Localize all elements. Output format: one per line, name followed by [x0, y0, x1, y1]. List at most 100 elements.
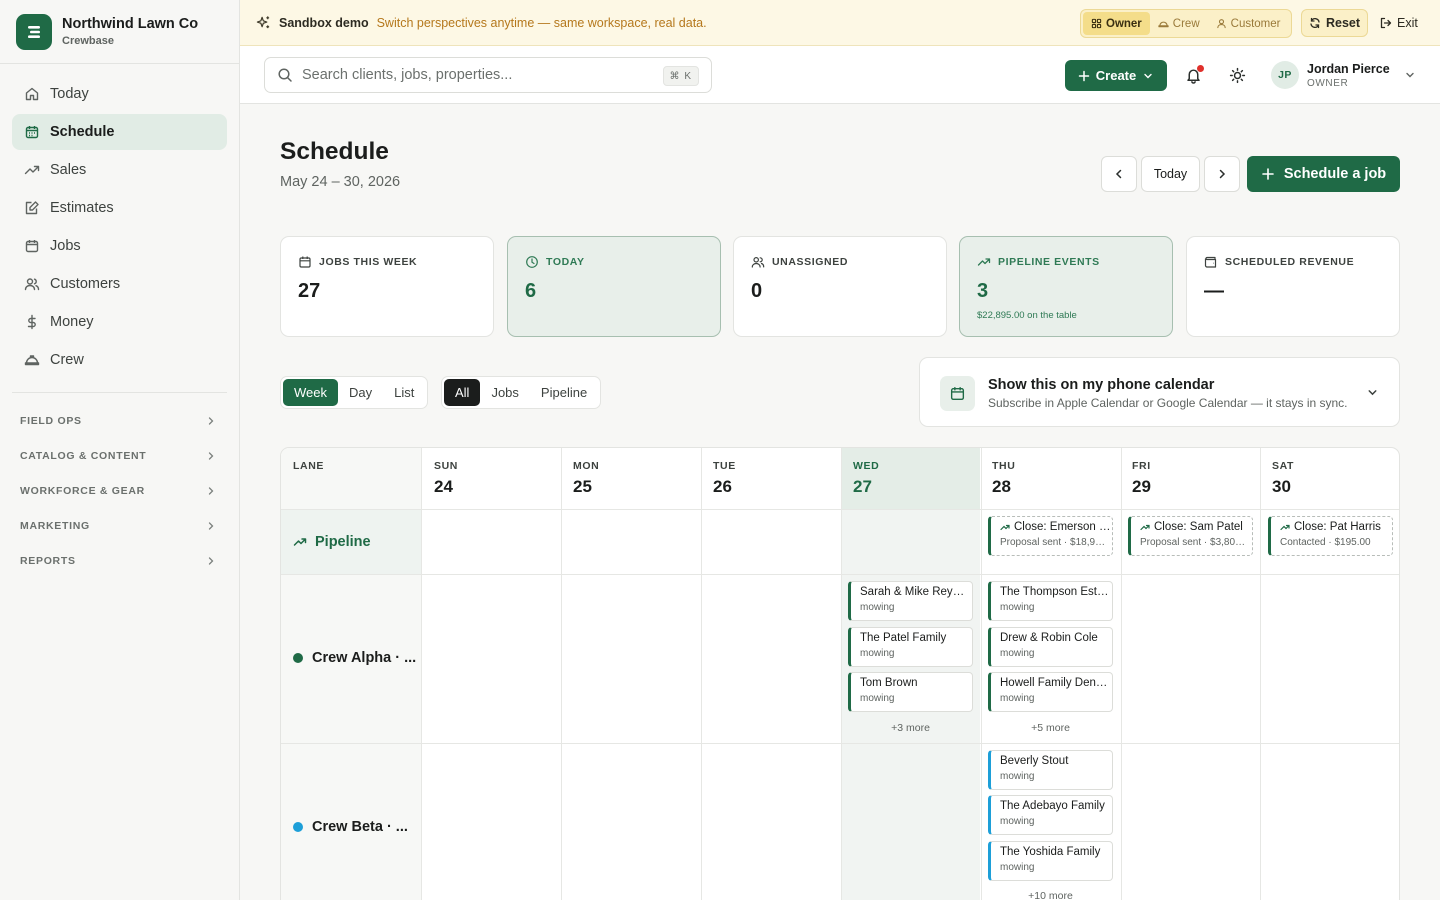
crew-name: Crew Beta · ...	[312, 819, 408, 835]
stat-card-unassigned[interactable]: UNASSIGNED 0	[733, 236, 947, 337]
next-week-button[interactable]	[1204, 156, 1240, 192]
persona-crew-button[interactable]: Crew	[1150, 12, 1208, 35]
sidebar-item-label: Jobs	[50, 238, 81, 254]
job-card[interactable]: Beverly Stout mowing	[988, 750, 1113, 790]
view-week-button[interactable]: Week	[283, 379, 338, 406]
job-service: mowing	[1000, 693, 1035, 704]
job-title: The Patel Family	[860, 632, 947, 644]
filter-pipeline-button[interactable]: Pipeline	[530, 379, 598, 406]
banner-title: Sandbox demo	[279, 15, 369, 30]
search-box[interactable]: ⌘ K	[264, 57, 712, 93]
create-button[interactable]: Create	[1065, 60, 1167, 91]
search-icon	[278, 68, 292, 82]
trend-icon	[293, 538, 307, 546]
chevron-down-icon[interactable]	[1366, 386, 1379, 399]
pipeline-event-card[interactable]: Close: Sam Patel Proposal sent · $3,800.…	[1128, 516, 1253, 556]
sidebar-item-money[interactable]: Money	[12, 304, 227, 340]
stat-label: TODAY	[546, 256, 585, 268]
date-range: May 24 – 30, 2026	[280, 174, 401, 190]
chevron-right-icon	[208, 416, 214, 425]
sidebar-item-sales[interactable]: Sales	[12, 152, 227, 188]
trend-icon	[1280, 524, 1290, 531]
day-header-thu[interactable]: THU 28	[992, 460, 1015, 497]
today-button[interactable]: Today	[1141, 156, 1200, 192]
sidebar-item-label: Schedule	[50, 124, 115, 140]
stat-card-jobs-week[interactable]: JOBS THIS WEEK 27	[280, 236, 494, 337]
section-workforce-gear[interactable]: WORKFORCE & GEAR	[0, 473, 239, 508]
stat-card-scheduled-revenue[interactable]: SCHEDULED REVENUE —	[1186, 236, 1400, 337]
chevron-down-icon	[1405, 72, 1414, 78]
job-card[interactable]: Tom Brown mowing	[848, 672, 973, 712]
view-list-button[interactable]: List	[383, 379, 425, 406]
more-jobs-link[interactable]: +5 more	[981, 722, 1120, 734]
job-card[interactable]: Sarah & Mike Reynolds mowing	[848, 581, 973, 621]
day-header-mon[interactable]: MON 25	[573, 460, 599, 497]
stat-card-today[interactable]: TODAY 6	[507, 236, 721, 337]
persona-label: Owner	[1106, 17, 1142, 30]
grid-line	[421, 448, 422, 900]
brand-header[interactable]: Northwind Lawn Co Crewbase	[0, 0, 239, 64]
section-catalog-content[interactable]: CATALOG & CONTENT	[0, 438, 239, 473]
pipeline-event-card[interactable]: Close: Emerson Family Proposal sent · $1…	[988, 516, 1113, 556]
section-field-ops[interactable]: FIELD OPS	[0, 403, 239, 438]
day-name: SAT	[1272, 460, 1295, 472]
day-header-tue[interactable]: TUE 26	[713, 460, 736, 497]
sidebar-item-crew[interactable]: Crew	[12, 342, 227, 378]
sidebar-item-schedule[interactable]: Schedule	[12, 114, 227, 150]
trend-icon	[1140, 524, 1150, 531]
sidebar-item-label: Sales	[50, 162, 87, 178]
more-jobs-link[interactable]: +3 more	[841, 722, 980, 734]
day-number: 28	[992, 477, 1011, 496]
job-card[interactable]: The Adebayo Family mowing	[988, 795, 1113, 835]
persona-owner-button[interactable]: Owner	[1083, 12, 1150, 35]
users-icon	[24, 278, 40, 291]
day-number: 26	[713, 477, 732, 496]
job-title: The Thompson Estate	[1000, 586, 1110, 598]
sidebar-item-customers[interactable]: Customers	[12, 266, 227, 302]
job-card[interactable]: Howell Family Dentistry mowing	[988, 672, 1113, 712]
filter-jobs-button[interactable]: Jobs	[480, 379, 529, 406]
phone-calendar-card[interactable]: Show this on my phone calendar Subscribe…	[919, 357, 1400, 427]
grid-line	[281, 509, 1399, 510]
day-header-fri[interactable]: FRI 29	[1132, 460, 1151, 497]
day-number: 30	[1272, 477, 1291, 496]
job-title: The Yoshida Family	[1000, 846, 1101, 858]
job-card[interactable]: The Yoshida Family mowing	[988, 841, 1113, 881]
sync-description: Subscribe in Apple Calendar or Google Ca…	[988, 396, 1348, 410]
persona-label: Customer	[1230, 17, 1281, 30]
pipeline-event-card[interactable]: Close: Pat Harris Contacted · $195.00	[1268, 516, 1393, 556]
job-title: Sarah & Mike Reynolds	[860, 586, 970, 598]
chevron-right-icon	[1219, 169, 1226, 179]
schedule-job-button[interactable]: Schedule a job	[1247, 156, 1400, 192]
reset-button[interactable]: Reset	[1301, 9, 1368, 37]
job-card[interactable]: The Thompson Estate mowing	[988, 581, 1113, 621]
day-header-sun[interactable]: SUN 24	[434, 460, 458, 497]
sidebar-item-today[interactable]: Today	[12, 76, 227, 112]
stat-value: 0	[751, 280, 763, 302]
sidebar-divider	[12, 392, 227, 393]
filter-switcher: All Jobs Pipeline	[441, 376, 602, 409]
sidebar-item-jobs[interactable]: Jobs	[12, 228, 227, 264]
view-day-button[interactable]: Day	[338, 379, 383, 406]
clock-icon	[526, 256, 538, 268]
notifications-button[interactable]	[1181, 63, 1205, 87]
sync-title: Show this on my phone calendar	[988, 377, 1215, 393]
prev-week-button[interactable]	[1101, 156, 1137, 192]
job-card[interactable]: The Patel Family mowing	[848, 627, 973, 667]
section-marketing[interactable]: MARKETING	[0, 508, 239, 543]
theme-toggle-button[interactable]	[1225, 63, 1249, 87]
user-menu[interactable]: JP Jordan Pierce OWNER	[1271, 59, 1416, 91]
day-name: FRI	[1132, 460, 1151, 472]
day-header-wed[interactable]: WED 27	[853, 460, 879, 497]
day-header-sat[interactable]: SAT 30	[1272, 460, 1294, 497]
home-icon	[25, 87, 39, 101]
sidebar-item-estimates[interactable]: Estimates	[12, 190, 227, 226]
exit-button[interactable]: Exit	[1380, 9, 1418, 37]
persona-customer-button[interactable]: Customer	[1208, 12, 1289, 35]
search-input[interactable]	[302, 67, 662, 83]
job-card[interactable]: Drew & Robin Cole mowing	[988, 627, 1113, 667]
more-jobs-link[interactable]: +10 more	[981, 890, 1120, 900]
filter-all-button[interactable]: All	[444, 379, 481, 406]
stat-card-pipeline-events[interactable]: PIPELINE EVENTS 3 $22,895.00 on the tabl…	[959, 236, 1173, 337]
section-reports[interactable]: REPORTS	[0, 543, 239, 578]
